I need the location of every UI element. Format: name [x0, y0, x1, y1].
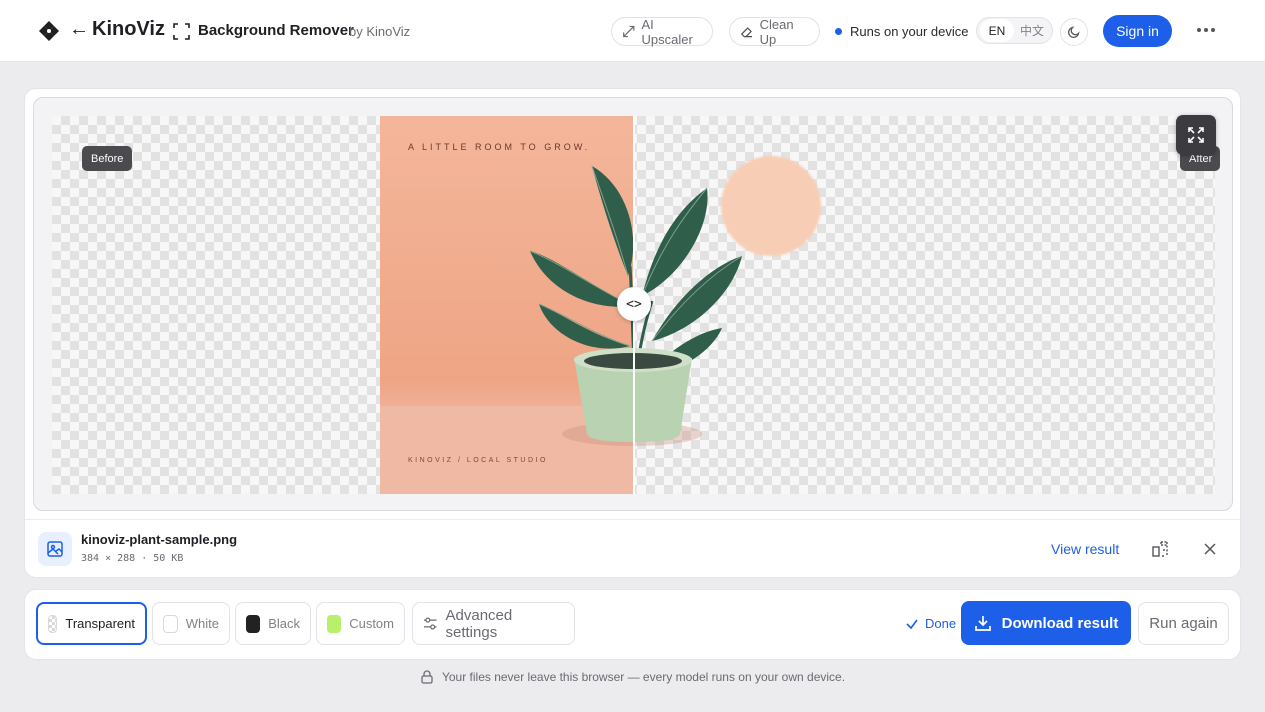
compare-icon[interactable]: [1151, 540, 1169, 558]
bg-option-label: White: [185, 616, 219, 631]
run-again-button[interactable]: Run again: [1138, 602, 1229, 645]
before-label: Before: [82, 146, 133, 171]
done-status: Done: [905, 616, 956, 631]
more-dots-icon[interactable]: [1197, 28, 1215, 32]
expand-arrows-icon: [623, 25, 635, 38]
check-icon: [906, 619, 918, 629]
file-meta: 384 × 288 · 50 KB: [81, 553, 184, 564]
ai-upscaler-label: AI Upscaler: [641, 16, 693, 47]
fullscreen-icon: [1188, 127, 1204, 143]
theme-toggle-button[interactable]: [1060, 18, 1088, 46]
white-swatch: [163, 614, 178, 633]
ai-upscaler-button[interactable]: AI Upscaler: [611, 16, 713, 47]
sliders-icon: [423, 617, 437, 630]
bg-option-label: Custom: [349, 616, 394, 631]
bg-option-label: Black: [268, 616, 300, 631]
bg-white-option[interactable]: White: [152, 602, 230, 645]
download-icon: [974, 616, 991, 631]
kinoviz-logo-icon[interactable]: [38, 20, 60, 42]
output-toolbar: Transparent White Black Custom Advanced …: [24, 589, 1241, 660]
status-dot: [835, 28, 842, 35]
black-swatch: [246, 614, 261, 633]
bg-custom-option[interactable]: Custom: [316, 602, 405, 645]
download-result-label: Download result: [1001, 614, 1119, 632]
lang-en-button[interactable]: EN: [980, 19, 1014, 42]
privacy-note: Your files never leave this browser — ev…: [0, 670, 1265, 684]
bg-transparent-option[interactable]: Transparent: [36, 602, 147, 645]
top-header: ← KinoViz Background Remover by KinoViz …: [0, 0, 1265, 62]
language-switch: EN 中文: [976, 17, 1053, 44]
file-name: kinoviz-plant-sample.png: [81, 532, 238, 547]
bg-black-option[interactable]: Black: [235, 602, 311, 645]
lock-icon: [421, 670, 433, 684]
tool-title: Background Remover: [198, 22, 354, 39]
download-result-button[interactable]: Download result: [961, 601, 1131, 645]
clean-up-label: Clean Up: [759, 16, 794, 47]
fullscreen-button[interactable]: [1176, 115, 1216, 155]
lang-zh-button[interactable]: 中文: [1020, 22, 1044, 39]
frame-icon: [173, 23, 190, 40]
split-handle[interactable]: <>: [617, 287, 651, 321]
comparison-stage: A LITTLE ROOM TO GROW. KINOVIZ / LOCAL S…: [33, 97, 1233, 511]
clean-up-button[interactable]: Clean Up: [729, 16, 820, 47]
privacy-text: Your files never leave this browser — ev…: [441, 670, 846, 684]
file-info-bar: kinoviz-plant-sample.png 384 × 288 · 50 …: [25, 519, 1240, 578]
back-arrow-icon[interactable]: ←: [69, 17, 89, 41]
custom-swatch: [327, 614, 342, 633]
device-status: Runs on your device: [835, 24, 969, 39]
tool-by: by KinoViz: [349, 24, 411, 39]
brand-name[interactable]: KinoViz: [92, 16, 165, 42]
transparent-swatch: [48, 614, 58, 633]
advanced-settings-label: Advanced settings: [445, 606, 513, 641]
view-result-link[interactable]: View result: [1051, 541, 1119, 557]
advanced-settings-button[interactable]: Advanced settings: [412, 602, 575, 645]
bg-option-label: Transparent: [65, 616, 135, 631]
close-icon[interactable]: [1202, 541, 1218, 557]
eraser-icon: [740, 27, 752, 38]
moon-icon: [1067, 26, 1080, 39]
sign-in-button[interactable]: Sign in: [1103, 15, 1172, 47]
preview-card: A LITTLE ROOM TO GROW. KINOVIZ / LOCAL S…: [24, 88, 1241, 578]
done-label: Done: [925, 616, 957, 631]
image-file-icon: [38, 532, 72, 566]
device-status-label: Runs on your device: [850, 24, 969, 39]
